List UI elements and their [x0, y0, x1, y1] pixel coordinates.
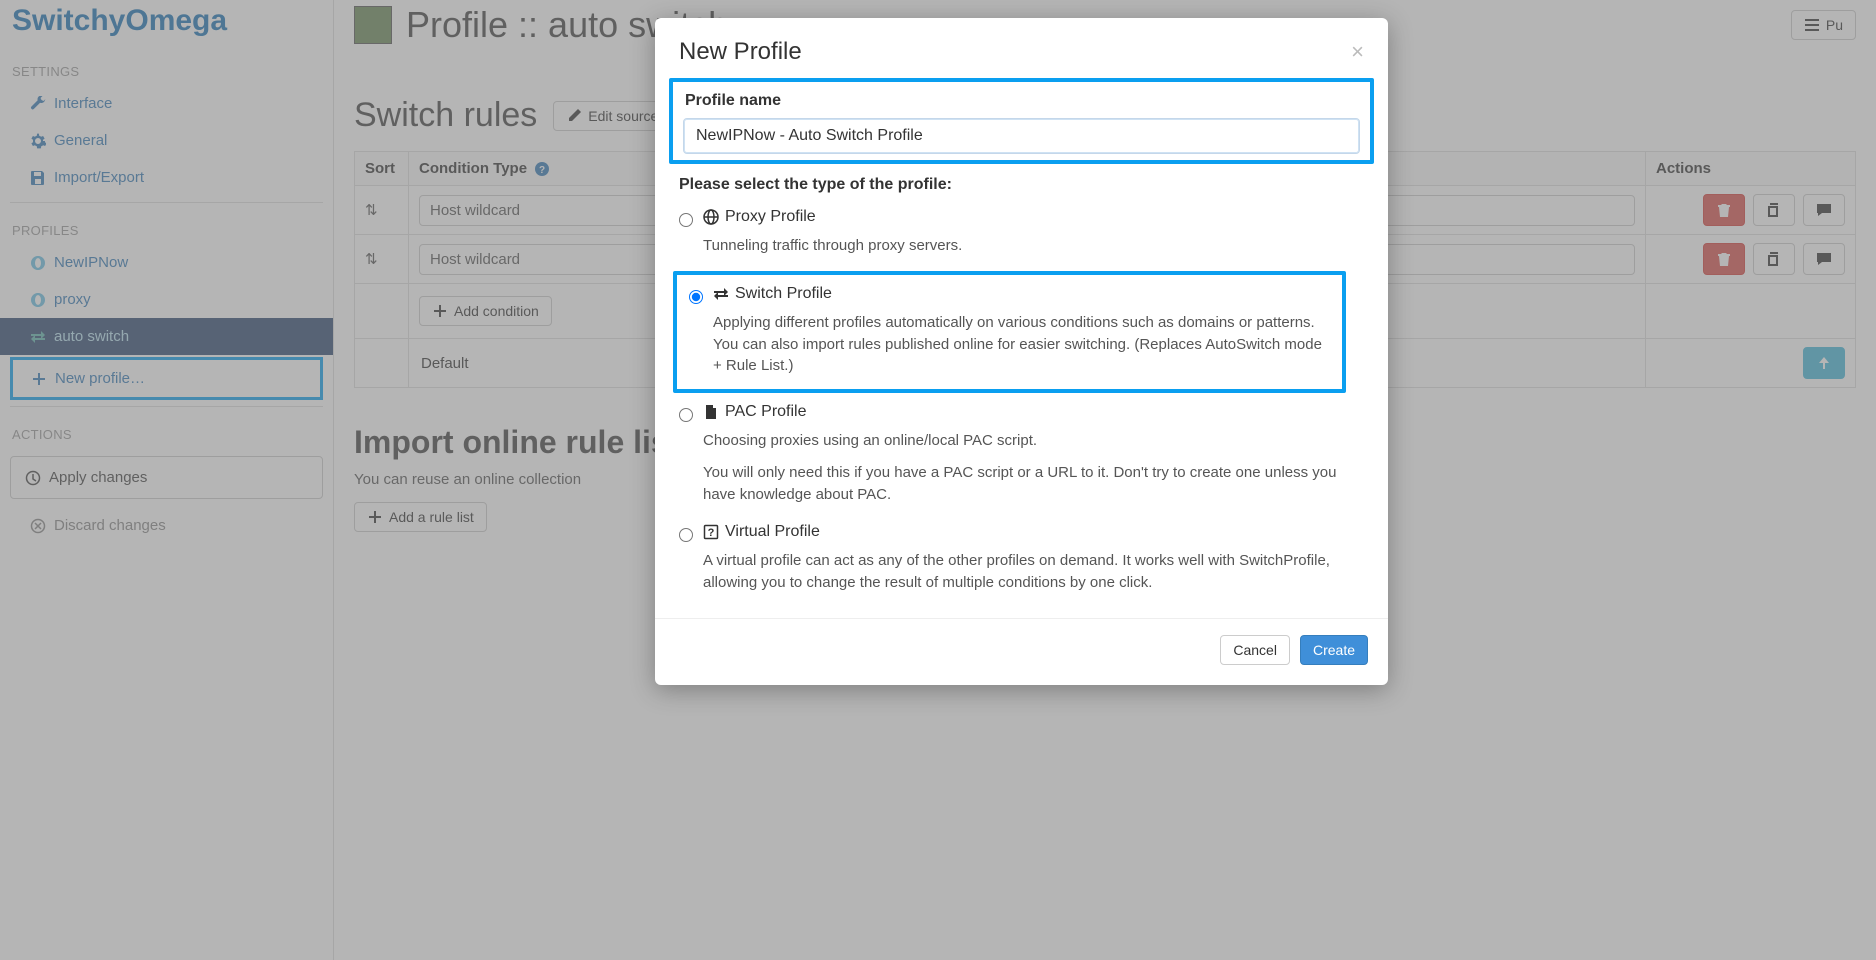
radio-switch-label: Switch Profile [735, 285, 832, 303]
radio-pac-desc1: Choosing proxies using an online/local P… [665, 426, 1378, 458]
radio-switch-desc: Applying different profiles automaticall… [683, 308, 1336, 383]
radio-virtual-label: Virtual Profile [725, 523, 820, 541]
profile-type-switch[interactable]: Switch Profile [683, 281, 1336, 308]
profile-type-virtual[interactable]: ? Virtual Profile [665, 519, 1378, 546]
profile-type-switch-section: Switch Profile Applying different profil… [673, 271, 1346, 393]
profile-name-label: Profile name [685, 92, 1358, 110]
radio-virtual[interactable] [679, 528, 693, 542]
cancel-button[interactable]: Cancel [1220, 635, 1290, 665]
radio-proxy[interactable] [679, 213, 693, 227]
transfer-icon [713, 286, 729, 302]
radio-switch[interactable] [689, 290, 703, 304]
profile-name-input[interactable] [683, 118, 1360, 154]
profile-type-proxy[interactable]: Proxy Profile [665, 204, 1378, 231]
globe-icon [703, 209, 719, 225]
new-profile-modal: New Profile × Profile name Please select… [655, 18, 1388, 685]
radio-virtual-desc: A virtual profile can act as any of the … [665, 546, 1378, 608]
profile-name-section: Profile name [669, 78, 1374, 164]
question-square-icon: ? [703, 524, 719, 540]
modal-title: New Profile [679, 38, 802, 66]
file-icon [703, 404, 719, 420]
radio-pac-label: PAC Profile [725, 403, 807, 421]
profile-type-pac[interactable]: PAC Profile [665, 399, 1378, 426]
svg-text:?: ? [708, 527, 715, 539]
create-button[interactable]: Create [1300, 635, 1368, 665]
radio-pac-desc2: You will only need this if you have a PA… [665, 458, 1378, 520]
profile-type-prompt: Please select the type of the profile: [679, 176, 1364, 194]
close-icon[interactable]: × [1351, 39, 1364, 65]
radio-proxy-label: Proxy Profile [725, 208, 816, 226]
radio-pac[interactable] [679, 408, 693, 422]
radio-proxy-desc: Tunneling traffic through proxy servers. [665, 231, 1378, 271]
